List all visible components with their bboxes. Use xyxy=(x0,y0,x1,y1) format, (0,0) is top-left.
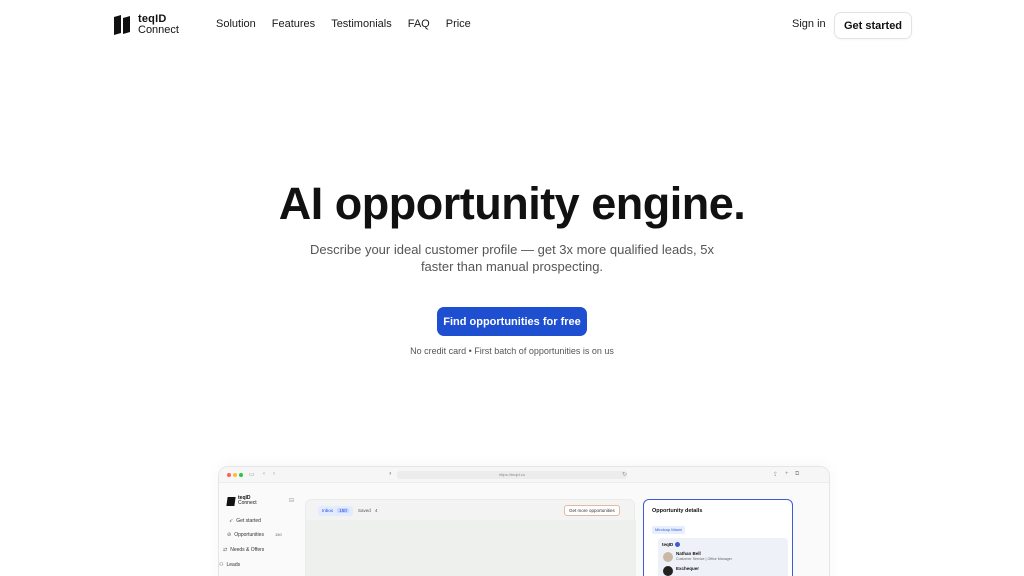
find-opportunities-button[interactable]: Find opportunities for free xyxy=(437,307,587,336)
sidebar-item-leads: ⚇ Leads xyxy=(219,562,240,568)
sidebar-item-get-started: ➶ Get started xyxy=(229,518,261,524)
forward-icon: › xyxy=(273,471,275,477)
logo-line2: Connect xyxy=(138,24,179,36)
avatar xyxy=(663,552,673,562)
get-started-button[interactable]: Get started xyxy=(834,12,912,39)
preview-sidebar: teqID Connect ⊟ ➶ Get started ⊘ Opportun… xyxy=(219,484,303,576)
get-more-opportunities-button: Get more opportunities xyxy=(564,505,620,516)
new-tab-icon: + xyxy=(785,471,789,477)
logo[interactable]: teqID Connect xyxy=(112,14,179,36)
details-card: teqID Nathan Bell Customer Service | Off… xyxy=(658,538,788,576)
sidebar-toggle-icon: ▭ xyxy=(249,472,255,478)
hero-subtitle-line2: faster than manual prospecting. xyxy=(420,259,604,274)
share-icon: ⇪ xyxy=(773,472,779,478)
app-preview: ▭ ‹ › ◐ https://teqid.co ↻ ⇪ + ⧉ teqID C… xyxy=(218,466,830,576)
person1-role: Customer Service | Office Manager xyxy=(676,557,732,561)
tab-saved: Saved 4 xyxy=(358,506,378,516)
verified-icon xyxy=(675,542,681,548)
nav-solution[interactable]: Solution xyxy=(216,18,256,30)
person1-name: Nathan Bell xyxy=(676,551,701,556)
details-tag: Mindcap Miami xyxy=(652,526,685,534)
sidebar-item-needs-offers: ⇄ Needs & Offers xyxy=(223,547,264,553)
handshake-icon: ⇄ xyxy=(223,547,228,553)
browser-chrome: ▭ ‹ › ◐ https://teqid.co ↻ ⇪ + ⧉ xyxy=(219,467,829,483)
cta-note: No credit card • First batch of opportun… xyxy=(410,346,614,356)
nav-testimonials[interactable]: Testimonials xyxy=(331,18,392,30)
tab-inbox-label: Inbox xyxy=(322,508,334,513)
tab-saved-label: Saved xyxy=(358,508,371,513)
close-dot-icon xyxy=(227,473,231,477)
hero-subtitle: Describe your ideal customer profile — g… xyxy=(0,241,1024,275)
url-bar: https://teqid.co xyxy=(397,471,627,479)
nav-features[interactable]: Features xyxy=(272,18,315,30)
sidebar-item-opportunities: ⊘ Opportunities xyxy=(227,532,264,538)
sidebar-item-label: Get started xyxy=(236,518,261,524)
maximize-dot-icon xyxy=(239,473,243,477)
details-brand: teqID xyxy=(662,542,681,548)
preview-list-area xyxy=(306,520,636,576)
shield-icon: ◐ xyxy=(389,471,393,477)
tab-inbox: Inbox 150 xyxy=(318,506,353,516)
reload-icon: ↻ xyxy=(622,472,628,478)
person2-name: Exchequer xyxy=(676,566,700,571)
tab-inbox-count: 150 xyxy=(337,508,349,513)
hero-subtitle-line1: Describe your ideal customer profile — g… xyxy=(310,242,714,257)
tabs-icon: ⧉ xyxy=(795,471,800,477)
nav-price[interactable]: Price xyxy=(446,18,471,30)
details-title: Opportunity details xyxy=(652,508,703,514)
details-brand-label: teqID xyxy=(662,542,674,547)
target-icon: ⊘ xyxy=(227,532,232,538)
minimize-dot-icon xyxy=(233,473,237,477)
preview-main-panel: Inbox 150 Saved 4 Get more opportunities xyxy=(305,499,636,576)
company-avatar xyxy=(663,566,673,576)
sign-in-link[interactable]: Sign in xyxy=(792,18,826,30)
logo-mark-icon xyxy=(112,14,132,36)
preview-logo-text: teqID Connect xyxy=(238,496,257,506)
preview-logo: teqID Connect xyxy=(226,496,257,506)
opportunities-count-badge: 150 xyxy=(275,532,282,537)
users-icon: ⚇ xyxy=(219,562,224,568)
site-header: teqID Connect Solution Features Testimon… xyxy=(0,0,1024,52)
sidebar-item-label: Leads xyxy=(226,562,241,568)
preview-logo-icon xyxy=(226,496,236,506)
tab-saved-count: 4 xyxy=(375,508,378,513)
main-nav: Solution Features Testimonials FAQ Price xyxy=(216,18,471,30)
opportunity-details-panel: Opportunity details Mindcap Miami teqID … xyxy=(643,499,793,576)
sidebar-item-label: Needs & Offers xyxy=(230,547,265,553)
sidebar-item-label: Opportunities xyxy=(234,532,264,538)
back-icon: ‹ xyxy=(263,471,265,477)
preview-logo-line2: Connect xyxy=(238,500,257,506)
hero-title: AI opportunity engine. xyxy=(278,178,746,229)
rocket-icon: ➶ xyxy=(229,518,234,524)
logo-text: teqID Connect xyxy=(138,14,179,36)
collapse-sidebar-icon: ⊟ xyxy=(289,498,295,504)
nav-faq[interactable]: FAQ xyxy=(408,18,430,30)
